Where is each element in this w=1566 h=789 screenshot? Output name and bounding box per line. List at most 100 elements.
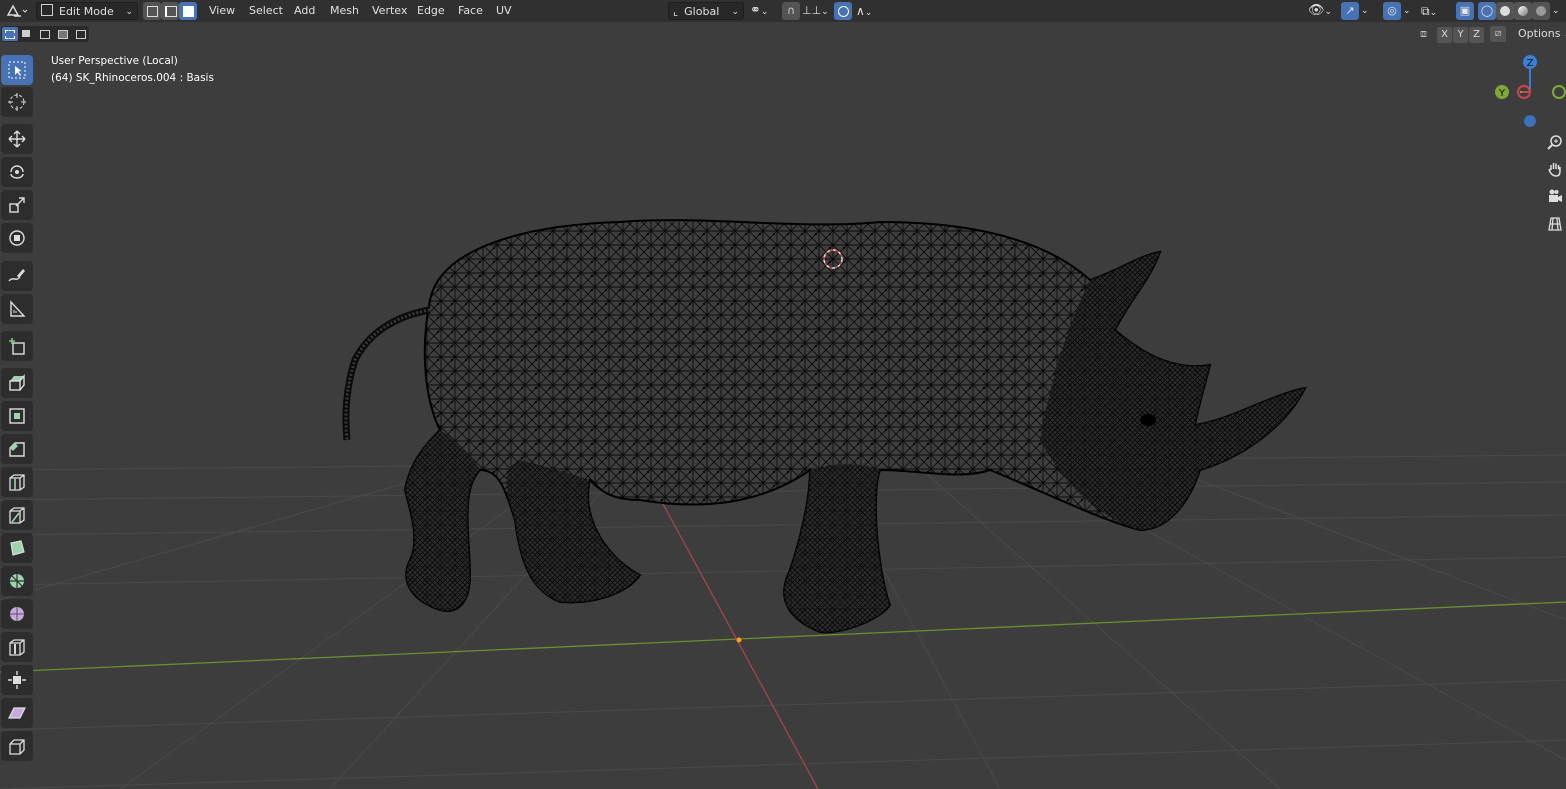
gizmo-neg-z-axis[interactable] [1524, 115, 1536, 127]
tool-shear[interactable] [1, 698, 33, 728]
tool-select-box[interactable] [1, 55, 33, 85]
tool-transform[interactable] [1, 223, 33, 253]
gizmo-dropdown[interactable]: ⌄ [1361, 2, 1373, 20]
axis-lock-y-button[interactable]: Y [1453, 27, 1468, 43]
transform-icon [9, 230, 25, 246]
mode-label: Edit Mode [59, 5, 114, 18]
tool-knife[interactable] [1, 500, 33, 530]
chevron-down-icon: ⌄ [1552, 6, 1560, 16]
tool-shrink-fatten[interactable] [1, 665, 33, 695]
menu-uv[interactable]: UV [490, 2, 518, 20]
snap-target-dropdown[interactable]: ⊥⊥⌄ [802, 2, 829, 20]
select-subtract-button[interactable] [37, 27, 53, 41]
xray-toggle[interactable]: ▣ [1456, 2, 1474, 20]
menu-face[interactable]: Face [452, 2, 489, 20]
snap-toggle[interactable]: ∩ [782, 2, 800, 20]
proportional-editing-toggle[interactable] [834, 2, 852, 20]
overlays-dropdown[interactable]: ⌄ [1403, 2, 1415, 20]
mesh-edit-overlays-dropdown[interactable]: ⧉⌄ [1421, 2, 1449, 20]
viewport[interactable] [0, 0, 1566, 789]
cursor-icon [8, 93, 26, 111]
tool-annotate[interactable] [1, 261, 33, 291]
tool-cursor[interactable] [1, 87, 33, 117]
rip-region-icon [9, 739, 25, 755]
menu-select[interactable]: Select [243, 2, 289, 20]
menu-view[interactable]: View [203, 2, 241, 20]
falloff-dropdown[interactable]: ∧⌄ [856, 2, 882, 20]
menu-mesh[interactable]: Mesh [324, 2, 365, 20]
menu-add[interactable]: Add [288, 2, 321, 20]
vertex-select-mode-button[interactable] [143, 2, 161, 20]
proportional-edit-icon [838, 6, 849, 17]
edge-select-mode-button[interactable] [161, 2, 179, 20]
overlays-toggle[interactable]: ◎ [1383, 2, 1401, 20]
gizmo-y-axis[interactable]: Y [1495, 85, 1509, 99]
tool-poly-build[interactable] [1, 533, 33, 563]
tool-rip-region[interactable] [1, 731, 33, 761]
shading-wireframe-button[interactable]: ◯ [1478, 2, 1496, 20]
navigation-gizmo[interactable]: Z Y [1490, 52, 1566, 132]
measure-icon [10, 300, 26, 317]
select-extend-button[interactable] [19, 27, 35, 41]
face-select-icon [183, 6, 194, 17]
gizmo-neg-y-axis[interactable] [1552, 85, 1566, 99]
mode-dropdown[interactable]: Edit Mode ⌄ [36, 2, 138, 20]
zoom-button[interactable] [1544, 130, 1566, 154]
select-mode-group [1, 26, 89, 42]
tool-inset-faces[interactable] [1, 401, 33, 431]
shading-solid-button[interactable] [1496, 2, 1514, 20]
select-new-button[interactable] [2, 27, 18, 41]
orientation-icon: ⌞ [673, 5, 679, 18]
rhino-mesh [342, 219, 1307, 634]
options-label: Options [1518, 27, 1561, 40]
shading-dropdown[interactable]: ⌄ [1552, 2, 1564, 20]
tool-move[interactable] [1, 124, 33, 154]
tool-smooth[interactable] [1, 599, 33, 629]
chevron-down-icon: ⌄ [760, 7, 769, 17]
face-select-mode-button[interactable] [179, 2, 197, 20]
pivot-point-dropdown[interactable]: ⚭⌄ [750, 2, 776, 20]
select-extend-icon [22, 30, 30, 37]
axis-lock-x-button[interactable]: X [1437, 27, 1452, 43]
shear-icon [8, 707, 26, 719]
shading-material-button[interactable] [1514, 2, 1532, 20]
menu-edge[interactable]: Edge [411, 2, 451, 20]
visibility-dropdown[interactable]: 👁⌄ [1308, 2, 1336, 20]
tool-bevel[interactable] [1, 434, 33, 464]
world-origin [736, 637, 742, 643]
tool-spin[interactable] [1, 566, 33, 596]
select-intersect-icon [76, 30, 86, 39]
tool-edge-slide[interactable] [1, 632, 33, 662]
tool-add-cube[interactable] [1, 331, 33, 361]
tool-scale[interactable] [1, 190, 33, 220]
transform-orientation-dropdown[interactable]: ⌞ Global ⌄ [668, 2, 744, 20]
shading-rendered-button[interactable] [1532, 2, 1550, 20]
chevron-down-icon: ⌄ [864, 8, 873, 18]
select-intersect-button[interactable] [73, 27, 89, 41]
gizmo-z-axis[interactable]: Z [1523, 55, 1537, 69]
view-name: User Perspective (Local) [51, 55, 178, 67]
select-invert-button[interactable] [55, 27, 71, 41]
options-dropdown[interactable]: Options⌄ [1512, 26, 1566, 42]
overlays-icon: ◎ [1387, 4, 1397, 17]
rotate-icon [10, 165, 24, 179]
chevron-down-icon: ⌄ [1403, 6, 1411, 16]
camera-view-button[interactable] [1544, 184, 1566, 208]
grid-icon [1548, 217, 1562, 231]
hand-icon [1548, 163, 1561, 177]
edge-select-icon [165, 6, 177, 17]
x-axis-line [0, 601, 1566, 673]
auto-merge-icon[interactable]: ⧄ [1490, 26, 1506, 42]
gizmo-toggle[interactable]: ↗ [1341, 2, 1359, 20]
editor-type-menu[interactable] [4, 2, 30, 20]
gizmo-z-label: Z [1527, 58, 1534, 69]
axis-lock-z-button[interactable]: Z [1469, 27, 1484, 43]
projection-toggle-button[interactable] [1544, 212, 1566, 236]
tool-loop-cut[interactable] [1, 467, 33, 497]
menu-vertex[interactable]: Vertex [366, 2, 413, 20]
tool-measure[interactable] [1, 294, 33, 324]
tool-rotate[interactable] [1, 157, 33, 187]
pan-button[interactable] [1544, 157, 1566, 181]
tool-extrude-region[interactable] [1, 368, 33, 398]
extrude-region-icon [9, 374, 25, 391]
